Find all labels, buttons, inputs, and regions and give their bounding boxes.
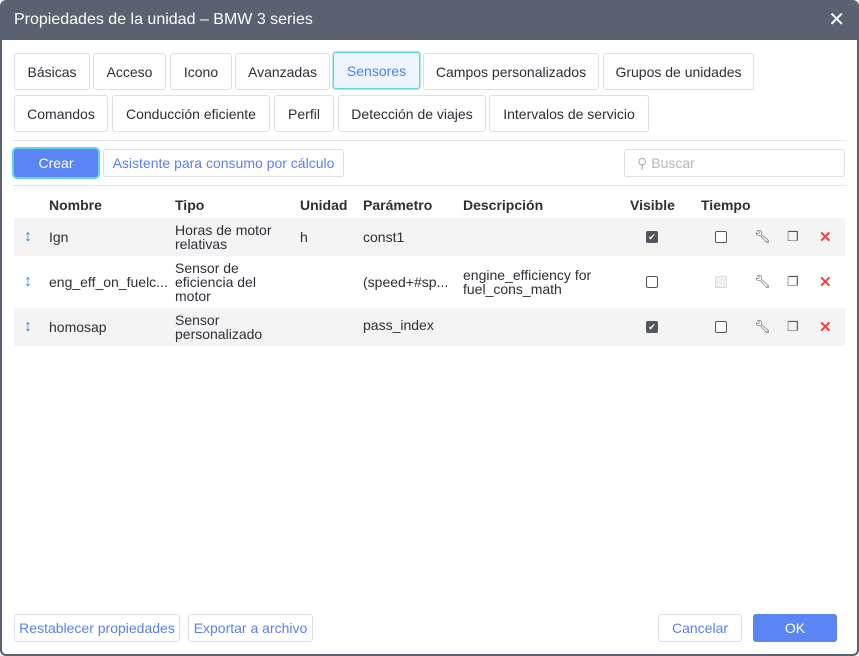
export-to-file-button[interactable]: Exportar a archivo [188,614,313,642]
header-description[interactable]: Descripción [463,197,543,213]
table-row[interactable]: ↕ eng_eff_on_fuelc... Sensor de eficienci… [14,256,845,308]
create-button[interactable]: Crear [14,149,98,177]
visible-checkbox[interactable]: ✔ [646,321,658,333]
copy-icon[interactable]: ❐ [787,274,799,290]
tab-icono[interactable]: Icono [170,53,232,90]
sensor-type: Horas de motor relativas [175,223,271,251]
sensor-name: eng_eff_on_fuelc... [49,274,168,290]
delete-icon[interactable]: ✕ [819,228,832,246]
tab-grupos-de-unidades[interactable]: Grupos de unidades [603,53,754,90]
drag-handle-icon[interactable]: ↕ [24,318,32,336]
tab-conduccion-eficiente[interactable]: Conducción eficiente [112,95,270,132]
sensor-type: Sensor personalizado [175,313,262,341]
visible-checkbox[interactable]: ✔ [646,231,658,243]
sensor-description: engine_efficiency for fuel_cons_math [463,268,591,296]
dialog-title: Propiedades de la unidad – BMW 3 series [14,11,313,28]
search-box[interactable]: ⚲ [624,149,845,177]
description-line: fuel_cons_math [463,281,562,297]
tab-acceso[interactable]: Acceso [93,53,166,90]
tab-intervalos-de-servicio[interactable]: Intervalos de servicio [489,95,649,132]
divider [12,185,847,186]
sensor-unit: h [300,229,308,245]
type-line: personalizado [175,326,263,342]
delete-icon[interactable]: ✕ [819,318,832,336]
title-bar: Propiedades de la unidad – BMW 3 series … [2,0,857,40]
time-checkbox[interactable] [715,231,727,243]
type-line: relativas [175,236,228,252]
wrench-icon[interactable]: 🔧︎ [754,319,771,335]
sensor-name: Ign [49,229,69,245]
tab-sensores[interactable]: Sensores [333,52,420,89]
close-icon[interactable]: ✕ [828,10,845,30]
consumption-wizard-button[interactable]: Asistente para consumo por cálculo [103,149,344,177]
time-checkbox[interactable] [715,321,727,333]
wrench-icon[interactable]: 🔧︎ [754,274,771,290]
sensor-parameter: pass_index [363,317,434,333]
header-time[interactable]: Tiempo [701,197,751,213]
header-type[interactable]: Tipo [175,197,204,213]
tab-campos-personalizados[interactable]: Campos personalizados [423,53,599,90]
sensor-type: Sensor de eficiencia del motor [175,261,256,303]
reset-properties-button[interactable]: Restablecer propiedades [14,614,180,642]
header-parameter[interactable]: Parámetro [363,197,432,213]
sensor-name: homosap [49,319,107,335]
tab-perfil[interactable]: Perfil [274,95,334,132]
tab-deteccion-de-viajes[interactable]: Detección de viajes [338,95,486,132]
table-row[interactable]: ↕ Ign Horas de motor relativas h const1 ✔… [14,218,845,256]
tab-avanzadas[interactable]: Avanzadas [235,53,330,90]
drag-handle-icon[interactable]: ↕ [24,228,32,246]
sensor-parameter: (speed+#sp... [363,274,449,290]
tab-basicas[interactable]: Básicas [14,53,90,90]
tab-comandos[interactable]: Comandos [14,95,108,132]
header-visible[interactable]: Visible [630,197,675,213]
header-unit[interactable]: Unidad [300,197,347,213]
ok-button[interactable]: OK [753,614,837,642]
wrench-icon[interactable]: 🔧︎ [754,229,771,245]
sensor-parameter: const1 [363,229,405,245]
divider [12,140,847,141]
type-line: motor [175,288,211,304]
table-row[interactable]: ↕ homosap Sensor personalizado pass_index… [14,308,845,346]
search-input[interactable] [651,155,832,171]
copy-icon[interactable]: ❐ [787,229,799,245]
visible-checkbox[interactable] [646,276,658,288]
drag-handle-icon[interactable]: ↕ [24,273,32,291]
search-icon: ⚲ [637,154,648,171]
time-checkbox [715,276,727,288]
delete-icon[interactable]: ✕ [819,273,832,291]
cancel-button[interactable]: Cancelar [658,614,742,642]
header-name[interactable]: Nombre [49,197,102,213]
copy-icon[interactable]: ❐ [787,319,799,335]
